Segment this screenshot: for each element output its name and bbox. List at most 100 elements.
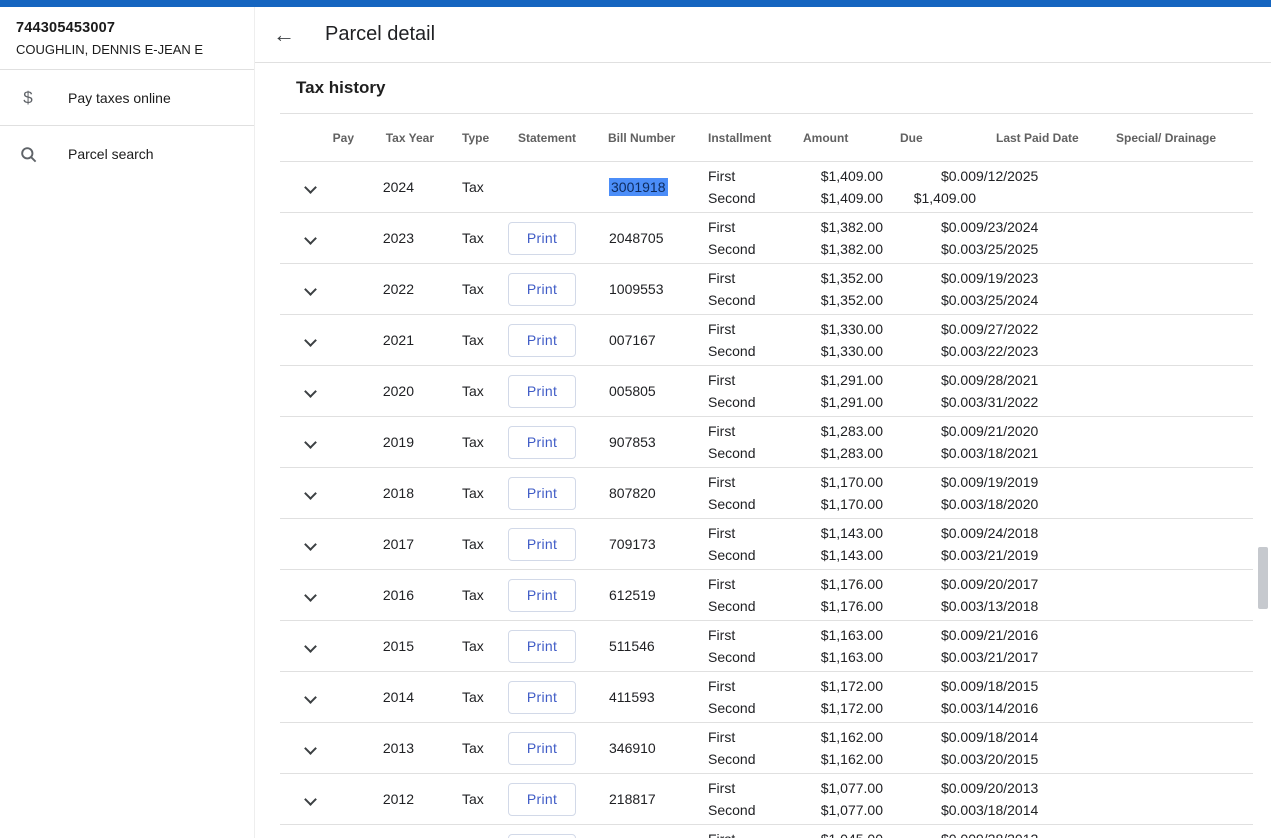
chevron-down-icon[interactable] [304,436,317,449]
col-header-due: Due [883,131,976,145]
print-button[interactable]: Print [508,783,576,816]
chevron-down-icon[interactable] [304,691,317,704]
last-paid-cell: 9/28/20213/31/2022 [976,366,1116,416]
last-paid-cell: 9/27/20223/22/2023 [976,315,1116,365]
last-paid-cell: 9/21/20203/18/2021 [976,417,1116,467]
chevron-down-icon[interactable] [304,232,317,245]
bill-number: 709173 [609,536,656,552]
print-button[interactable]: Print [508,528,576,561]
amount-cell: $1,382.00$1,382.00 [803,213,883,263]
search-icon [16,145,40,164]
due-cell: $0.00$0.00 [883,723,976,773]
print-button[interactable]: Print [508,477,576,510]
bill-number-cell: 3001918 [608,179,708,195]
due-cell: $0.00$1,409.00 [883,162,976,212]
due-cell: $0.00$0.00 [883,417,976,467]
installment-cell: FirstSecond [708,162,803,212]
bill-number: 807820 [609,485,656,501]
tax-year-cell: 2020 [360,383,434,399]
scrollbar-thumb[interactable] [1258,547,1268,609]
chevron-down-icon[interactable] [304,334,317,347]
tax-year-cell: 2012 [360,791,434,807]
due-cell: $0.00$0.00 [883,264,976,314]
last-paid-cell: 9/20/20173/13/2018 [976,570,1116,620]
amount-cell: $1,330.00$1,330.00 [803,315,883,365]
tax-history-rows: 2024Tax3001918FirstSecond$1,409.00$1,409… [280,162,1253,838]
installment-cell: FirstSecond [708,468,803,518]
chevron-down-icon[interactable] [304,487,317,500]
print-button[interactable]: Print [508,834,576,838]
bill-number-cell: 346910 [608,740,708,756]
statement-cell: Print [504,630,608,663]
bill-number: 218817 [609,791,656,807]
col-header-pay: Pay [296,131,360,145]
due-cell: $0.00$0.00 [883,519,976,569]
print-button[interactable]: Print [508,681,576,714]
table-row: 2019TaxPrint907853FirstSecond$1,283.00$1… [280,417,1253,468]
due-cell: $0.00$0.00 [883,366,976,416]
amount-cell: $1,170.00$1,170.00 [803,468,883,518]
section-title: Tax history [280,64,1253,114]
amount-cell: $1,143.00$1,143.00 [803,519,883,569]
last-paid-cell: 9/18/20143/20/2015 [976,723,1116,773]
due-cell: $0.00$0.00 [883,315,976,365]
type-cell: Tax [434,281,504,297]
chevron-down-icon[interactable] [304,742,317,755]
print-button[interactable]: Print [508,630,576,663]
chevron-down-icon[interactable] [304,538,317,551]
installment-cell: FirstSecond [708,621,803,671]
print-button[interactable]: Print [508,732,576,765]
due-cell: $0.00$0.00 [883,825,976,838]
statement-cell: Print [504,834,608,838]
statement-cell: Print [504,222,608,255]
tax-year-cell: 2014 [360,689,434,705]
type-cell: Tax [434,434,504,450]
statement-cell: Print [504,783,608,816]
table-row: 2022TaxPrint1009553FirstSecond$1,352.00$… [280,264,1253,315]
chevron-down-icon[interactable] [304,793,317,806]
bill-number-cell: 005805 [608,383,708,399]
tax-year-cell: 2013 [360,740,434,756]
sidebar-item-label: Parcel search [68,146,154,162]
col-header-tax-year: Tax Year [360,131,434,145]
amount-cell: $1,352.00$1,352.00 [803,264,883,314]
chevron-down-icon[interactable] [304,589,317,602]
amount-cell: $1,077.00$1,077.00 [803,774,883,824]
last-paid-cell: 9/19/20193/18/2020 [976,468,1116,518]
owner-name: COUGHLIN, DENNIS E-JEAN E [16,42,238,57]
installment-cell: FirstSecond [708,519,803,569]
print-button[interactable]: Print [508,222,576,255]
amount-cell: $1,172.00$1,172.00 [803,672,883,722]
installment-cell: FirstSecond [708,213,803,263]
tax-history-card: Tax history Pay Tax Year Type Statement … [280,64,1253,838]
print-button[interactable]: Print [508,324,576,357]
chevron-down-icon[interactable] [304,640,317,653]
chevron-down-icon[interactable] [304,385,317,398]
installment-cell: FirstSecond [708,315,803,365]
statement-cell: Print [504,324,608,357]
table-row: 2021TaxPrint007167FirstSecond$1,330.00$1… [280,315,1253,366]
table-header-row: Pay Tax Year Type Statement Bill Number … [280,114,1253,162]
print-button[interactable]: Print [508,579,576,612]
print-button[interactable]: Print [508,426,576,459]
chevron-down-icon[interactable] [304,181,317,194]
statement-cell: Print [504,579,608,612]
sidebar-item-label: Pay taxes online [68,90,171,106]
chevron-down-icon[interactable] [304,283,317,296]
bill-number-cell: 007167 [608,332,708,348]
tax-year-cell: 2017 [360,536,434,552]
last-paid-cell: 9/21/20163/21/2017 [976,621,1116,671]
table-row: 2011TaxPrint163183FirstSecond$1,045.00$1… [280,825,1253,838]
arrow-back-icon[interactable]: ← [269,22,299,48]
due-cell: $0.00$0.00 [883,213,976,263]
amount-cell: $1,162.00$1,162.00 [803,723,883,773]
print-button[interactable]: Print [508,273,576,306]
sidebar-item-parcel-search[interactable]: Parcel search [0,126,254,182]
bill-number: 3001918 [609,178,668,196]
sidebar-item-pay-taxes-online[interactable]: $ Pay taxes online [0,70,254,126]
installment-cell: FirstSecond [708,774,803,824]
last-paid-cell: 9/19/20233/25/2024 [976,264,1116,314]
statement-cell: Print [504,477,608,510]
print-button[interactable]: Print [508,375,576,408]
tax-year-cell: 2019 [360,434,434,450]
